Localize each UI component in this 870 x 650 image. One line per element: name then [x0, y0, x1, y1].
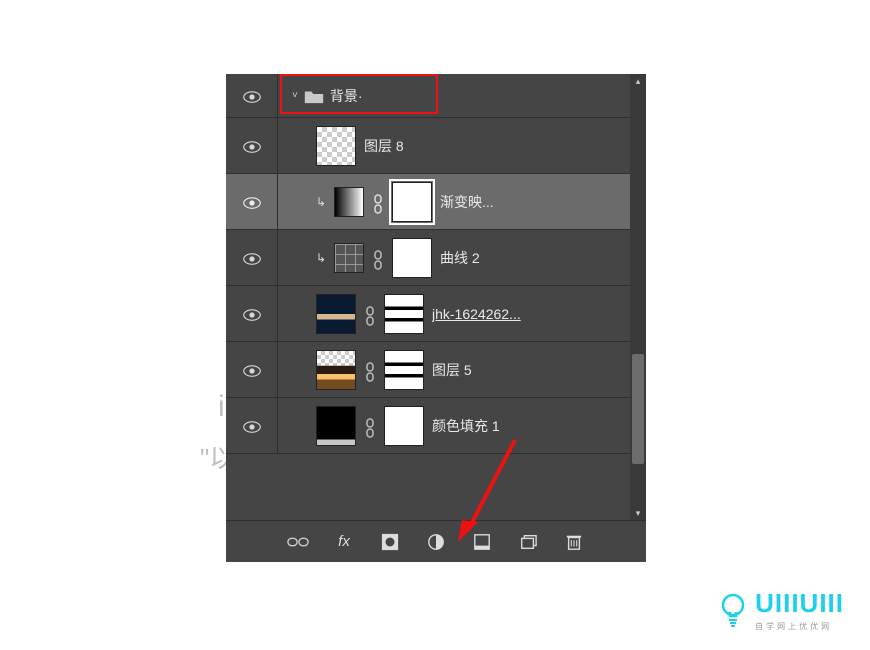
- layer-row[interactable]: jhk-1624262...: [226, 286, 646, 342]
- visibility-toggle[interactable]: [226, 230, 278, 285]
- eye-icon: [243, 196, 261, 208]
- layer-name[interactable]: 颜色填充 1: [432, 416, 500, 436]
- eye-icon: [243, 308, 261, 320]
- layer-row-selected[interactable]: ↳ 渐变映...: [226, 174, 646, 230]
- expand-chevron-icon[interactable]: ˅: [292, 90, 298, 101]
- layer-mask-thumbnail[interactable]: [384, 406, 424, 446]
- scroll-up-icon[interactable]: ▴: [630, 74, 646, 88]
- layers-toolbar: fx: [226, 520, 646, 562]
- clip-mask-icon: ↳: [316, 251, 326, 265]
- brand-subtitle: 自学网上优优网: [755, 621, 844, 632]
- clip-mask-icon: ↳: [316, 195, 326, 209]
- layer-group-row[interactable]: ˅ 背景·: [226, 74, 646, 118]
- link-icon: [364, 418, 376, 434]
- adjustment-thumbnail[interactable]: [334, 243, 364, 273]
- layer-name[interactable]: jhk-1624262...: [432, 306, 521, 322]
- adjustment-thumbnail[interactable]: [316, 406, 356, 446]
- eye-icon: [243, 364, 261, 376]
- layer-mask-thumbnail[interactable]: [384, 294, 424, 334]
- layer-thumbnail[interactable]: [316, 350, 356, 390]
- eye-icon: [243, 140, 261, 152]
- group-content[interactable]: ˅ 背景·: [278, 74, 646, 117]
- layer-name[interactable]: 渐变映...: [440, 192, 494, 212]
- scrollbar[interactable]: ▴ ▾: [630, 74, 646, 520]
- link-layers-button[interactable]: [287, 531, 309, 553]
- visibility-toggle[interactable]: [226, 398, 278, 453]
- visibility-toggle[interactable]: [226, 342, 278, 397]
- bulb-icon: [719, 592, 747, 628]
- link-icon: [364, 362, 376, 378]
- layer-row[interactable]: 图层 5: [226, 342, 646, 398]
- adjustment-thumbnail[interactable]: [334, 187, 364, 217]
- group-name[interactable]: 背景·: [330, 86, 363, 106]
- layers-panel: ˅ 背景· 图层 8: [226, 74, 646, 562]
- eye-icon: [243, 420, 261, 432]
- add-mask-button[interactable]: [379, 531, 401, 553]
- layer-mask-thumbnail[interactable]: [392, 182, 432, 222]
- layer-name[interactable]: 图层 5: [432, 360, 472, 380]
- eye-icon: [243, 252, 261, 264]
- brand-logo: UIIIUIII 自学网上优优网: [719, 588, 844, 632]
- layer-effects-button[interactable]: fx: [333, 531, 355, 553]
- folder-icon: [304, 89, 324, 103]
- link-icon: [372, 250, 384, 266]
- layer-mask-thumbnail[interactable]: [392, 238, 432, 278]
- layers-list: ˅ 背景· 图层 8: [226, 74, 646, 520]
- layer-thumbnail[interactable]: [316, 294, 356, 334]
- new-layer-button[interactable]: [517, 531, 539, 553]
- new-fill-button[interactable]: [471, 531, 493, 553]
- visibility-toggle[interactable]: [226, 174, 278, 229]
- layer-mask-thumbnail[interactable]: [384, 350, 424, 390]
- delete-layer-button[interactable]: [563, 531, 585, 553]
- scroll-down-icon[interactable]: ▾: [630, 506, 646, 520]
- link-icon: [372, 194, 384, 210]
- layer-name[interactable]: 曲线 2: [440, 248, 480, 268]
- scrollbar-thumb[interactable]: [632, 354, 644, 464]
- link-icon: [364, 306, 376, 322]
- layer-thumbnail[interactable]: [316, 126, 356, 166]
- brand-name: UIIIUIII: [755, 588, 844, 619]
- visibility-toggle[interactable]: [226, 286, 278, 341]
- eye-icon: [243, 90, 261, 102]
- new-adjustment-button[interactable]: [425, 531, 447, 553]
- visibility-toggle[interactable]: [226, 118, 278, 173]
- visibility-toggle[interactable]: [226, 74, 278, 117]
- layer-row[interactable]: 颜色填充 1: [226, 398, 646, 454]
- layer-name[interactable]: 图层 8: [364, 136, 404, 156]
- layer-row[interactable]: ↳ 曲线 2: [226, 230, 646, 286]
- layer-row[interactable]: 图层 8: [226, 118, 646, 174]
